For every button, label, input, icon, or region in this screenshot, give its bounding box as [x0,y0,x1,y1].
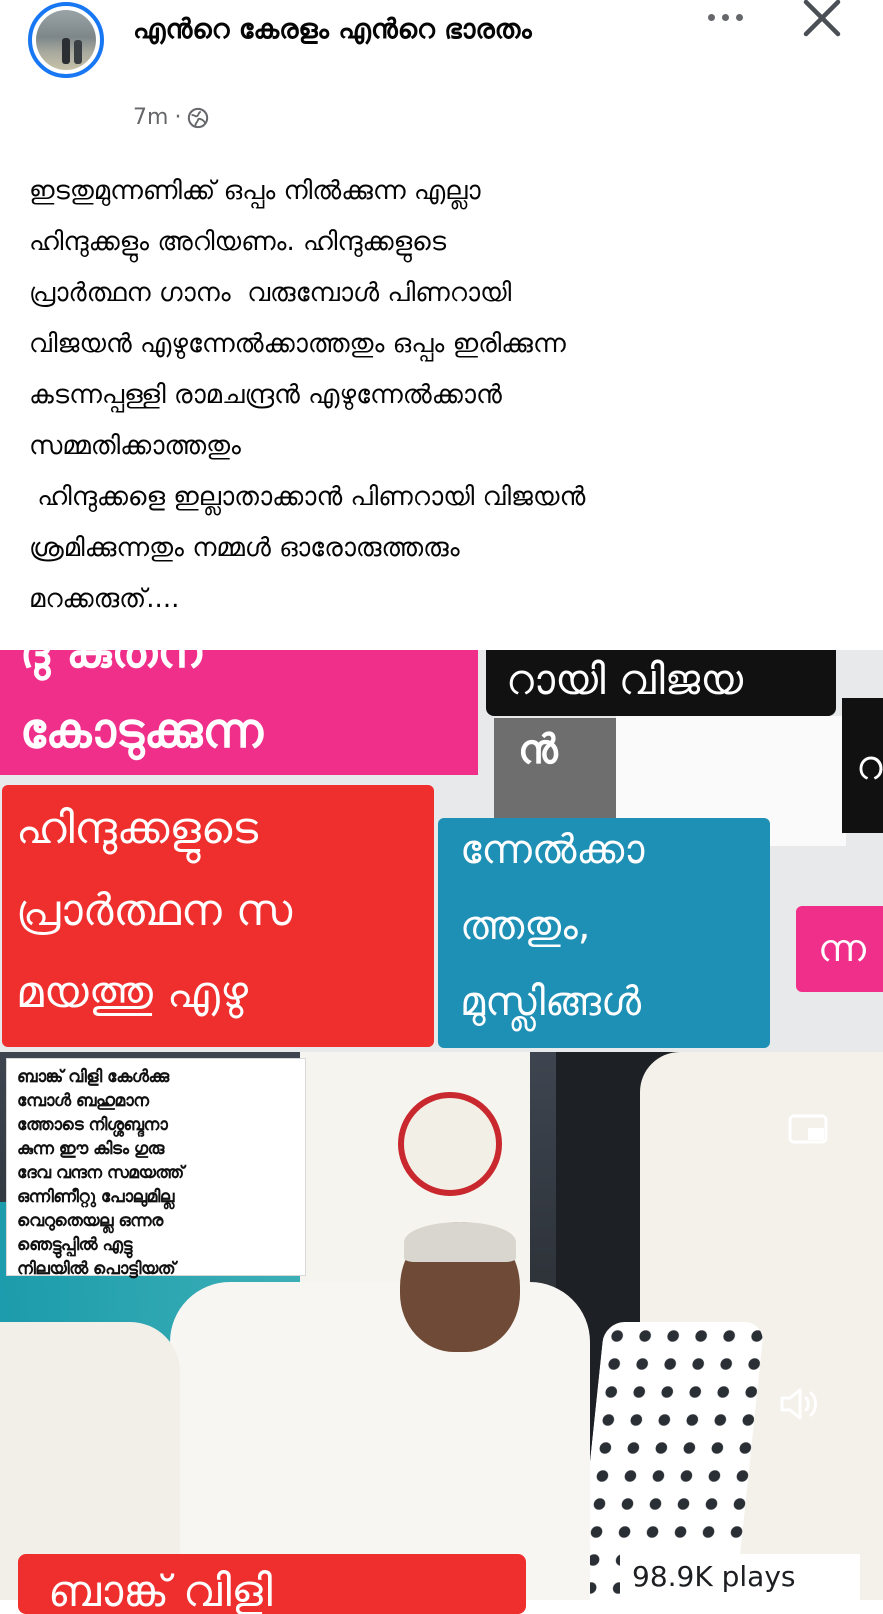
video-banner-pink: ദു കുതന് കോടുക്കുന്ന [0,650,478,775]
video-frame: ബാങ്ക് വിളി കേൾക്കു മ്പോൾ ബഹുമാന ത്തോടെ … [0,1052,883,1600]
banner-text: മയത്തു എഴു [16,967,248,1018]
caption-line: മ്പോൾ ബഹുമാന [17,1091,149,1111]
banner-text: ബാങ്ക് വിളി [48,1566,273,1614]
banner-text: പ്രാർത്ഥന സ [16,885,293,936]
more-horizontal-icon [707,13,715,21]
page-avatar[interactable] [28,2,104,78]
page-name-link[interactable]: എൻറെ കേരളം എൻറെ ഭാരതം [133,6,693,54]
close-icon[interactable] [796,0,848,42]
post-time[interactable]: 7m [133,105,168,130]
play-count: 98.9K plays [620,1554,860,1600]
post-header: എൻറെ കേരളം എൻറെ ഭാരതം 7m · [0,0,883,150]
meta-separator: · [174,105,182,130]
banner-text: മുസ്ലിങ്ങൾ [460,979,642,1025]
banner-text: ൻ [518,727,558,773]
person-hair [404,1222,516,1262]
globe-icon [188,107,209,128]
banner-text: ന്ന [818,926,866,970]
caption-line: കുന്ന ഈ കിടം ഗുരു [17,1139,164,1159]
video-caption-box: ബാങ്ക് വിളി കേൾക്കു മ്പോൾ ബഹുമാന ത്തോടെ … [6,1058,306,1279]
caption-line: നിലയിൽ പൊട്ടിയത് [17,1259,176,1279]
banner-text: റ [856,743,883,789]
video-banner-pink-right: ന്ന [796,906,883,992]
fan-prop [398,1092,502,1196]
more-horizontal-icon [735,13,743,21]
video-banner-black: റായി വിജയ [486,650,836,716]
video-player[interactable]: ദു കുതന് കോടുക്കുന്ന റായി വിജയ ൻ റ ഹിന്ദ… [0,650,883,1600]
video-banner-black-right: റ [842,698,883,833]
avatar-figure [62,38,70,64]
post-body-text: ഇടതുമുന്നണിക്ക് ഒപ്പം നിൽക്കുന്ന എല്ലാ ഹ… [29,176,586,614]
banner-text: ന്നേൽക്കാ [460,827,645,873]
post-meta: 7m · [133,105,209,130]
caption-line: ഒന്നിണീറ്റു പോലുമില്ല [17,1187,174,1207]
banner-text: കോടുക്കുന്ന [20,703,263,759]
caption-line: ത്തോടെ നിശ്ശബ്ദനാ [17,1115,168,1135]
caption-line: ബാങ്ക് വിളി കേൾക്കു [17,1067,169,1087]
video-banner-red: ഹിന്ദുക്കളുടെ പ്രാർത്ഥന സ മയത്തു എഴു [2,785,434,1047]
avatar-figure [74,40,82,64]
more-options-button[interactable] [695,2,755,32]
cast-icon[interactable] [786,1112,830,1148]
more-horizontal-icon [721,13,729,21]
banner-text: ദു കുതന് [20,650,207,679]
caption-line: വെറുതെയല്ല ഒന്നര [17,1211,163,1231]
person-figure [170,1282,590,1600]
banner-text: ഹിന്ദുക്കളുടെ [16,803,259,854]
caption-line: ദേവ വന്ദന സമയത്ത് [17,1163,184,1183]
banner-text: ത്തതും, [460,903,591,949]
avatar-image [36,10,96,70]
video-banner-blue: ന്നേൽക്കാ ത്തതും, മുസ്ലിങ്ങൾ [438,818,770,1048]
caption-line: ഞെട്ടുപ്പിൽ എട്ടു [17,1235,132,1255]
volume-icon[interactable] [776,1384,824,1424]
banner-text: റായി വിജയ [506,655,744,704]
video-banner-bottom: ബാങ്ക് വിളി [18,1554,526,1614]
